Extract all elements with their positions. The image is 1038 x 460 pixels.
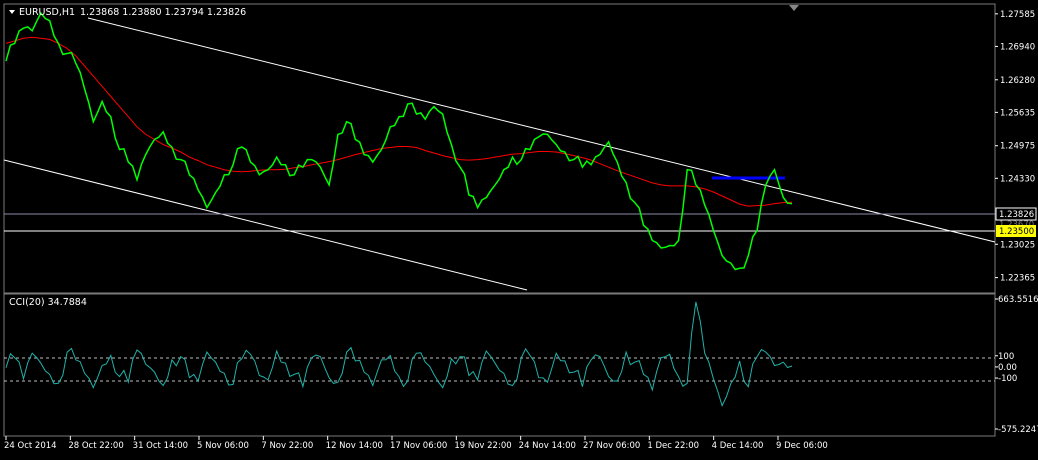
chart-shift-marker-icon[interactable]	[789, 5, 799, 11]
time-axis-label: 27 Nov 06:00	[583, 441, 640, 451]
cci-axis-label: -100	[998, 374, 1017, 384]
time-axis-label: 1 Dec 22:00	[647, 441, 699, 451]
time-axis-label: 19 Nov 22:00	[454, 441, 511, 451]
cci-title: CCI(20) 34.7884	[9, 297, 87, 308]
lower-channel-line[interactable]	[3, 159, 528, 291]
price-axis-label: 1.27585	[1000, 10, 1035, 20]
cci-panel-frame	[3, 293, 996, 437]
time-axis-label: 17 Nov 06:00	[390, 441, 447, 451]
trading-chart-window: 1.27585 1.26940 1.26280 1.25635 1.24975 1.243…	[0, 0, 1038, 456]
upper-channel-line[interactable]	[87, 17, 996, 243]
symbol-dropdown-icon[interactable]	[9, 10, 15, 14]
price-axis-label: 1.22365	[1000, 274, 1035, 284]
price-axis-label: 1.26940	[1000, 42, 1035, 52]
time-axis-label: 9 Dec 06:00	[776, 441, 828, 451]
price-axis-label: 1.25635	[1000, 108, 1035, 118]
time-axis: 24 Oct 2014 28 Oct 22:00 31 Oct 14:00 5 Nov…	[4, 436, 828, 451]
ohlc-values: 1.23868 1.23880 1.23794 1.23826	[80, 7, 246, 18]
price-axis-label: 1.26280	[1000, 76, 1035, 86]
current-price-label: 1.23826	[999, 210, 1034, 220]
time-axis-label: 28 Oct 22:00	[68, 441, 123, 451]
cci-axis-label: 100	[998, 352, 1014, 362]
price-axis-label: 1.23025	[1000, 240, 1035, 250]
time-axis-label: 12 Nov 14:00	[326, 441, 383, 451]
time-axis-label: 5 Nov 06:00	[197, 441, 249, 451]
cci-axis-label: 663.5516	[998, 295, 1038, 305]
cci-axis-label: -575.2247	[998, 425, 1038, 435]
price-axis-label: 1.24975	[1000, 142, 1035, 152]
moving-average-line	[5, 36, 793, 207]
level-price-label: 1.23500	[999, 227, 1034, 237]
time-axis-label: 31 Oct 14:00	[133, 441, 188, 451]
time-axis-label: 24 Nov 14:00	[519, 441, 576, 451]
time-axis-label: 24 Oct 2014	[4, 441, 57, 451]
price-axis: 1.27585 1.26940 1.26280 1.25635 1.24975 1.243…	[995, 10, 1035, 284]
cci-axis: 663.5516 1000.00-100 -575.2247	[995, 295, 1038, 435]
price-axis-label: 1.24330	[1000, 174, 1035, 184]
cci-axis-label: 0.00	[998, 363, 1017, 373]
cci-line	[5, 301, 793, 407]
time-axis-label: 7 Nov 22:00	[261, 441, 313, 451]
symbol-label: EURUSD,H1	[19, 7, 75, 18]
main-panel-frame	[3, 3, 996, 294]
chart-canvas[interactable]: 1.27585 1.26940 1.26280 1.25635 1.24975 1.243…	[0, 0, 1038, 456]
time-axis-label: 4 Dec 14:00	[712, 441, 764, 451]
